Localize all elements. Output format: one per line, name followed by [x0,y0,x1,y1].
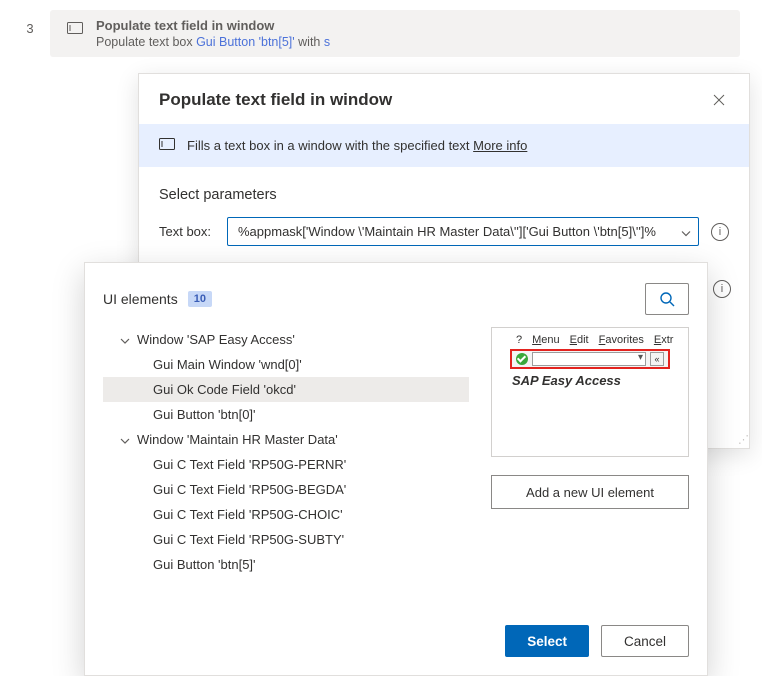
tree-item[interactable]: Gui C Text Field 'RP50G-BEGDA' [103,477,469,502]
params-heading: Select parameters [159,185,729,217]
dialog-info-text: Fills a text box in a window with the sp… [187,138,473,153]
chevron-down-icon[interactable] [681,224,691,239]
more-info-link[interactable]: More info [473,138,527,153]
ui-elements-count-badge: 10 [188,291,212,307]
back-icon: « [650,352,664,366]
close-icon[interactable] [709,90,729,110]
step-uielement-link[interactable]: Gui Button 'btn[5]' [196,35,295,49]
resize-handle-icon[interactable]: ⋰ [738,433,747,446]
preview-menubar: ? Menu Edit Favorites Extr [510,332,670,349]
dialog-info-banner: Fills a text box in a window with the sp… [139,124,749,167]
ui-elements-popover: UI elements 10 Window 'SAP Easy Access' … [84,262,708,676]
chevron-down-icon [117,332,133,347]
textbox-label: Text box: [159,224,215,239]
textbox-icon [62,18,88,34]
textbox-input[interactable] [227,217,699,246]
chevron-down-icon [117,432,133,447]
tree-item[interactable]: Gui C Text Field 'RP50G-PERNR' [103,452,469,477]
info-icon[interactable]: i [711,223,729,241]
preview-combo [532,352,646,366]
cancel-button[interactable]: Cancel [601,625,689,657]
search-button[interactable] [645,283,689,315]
info-icon[interactable]: i [713,280,731,298]
tree-item[interactable]: Gui C Text Field 'RP50G-SUBTY' [103,527,469,552]
check-icon [516,353,528,365]
select-button[interactable]: Select [505,625,589,657]
step-title: Populate text field in window [96,18,330,33]
add-ui-element-button[interactable]: Add a new UI element [491,475,689,509]
preview-title: SAP Easy Access [510,369,670,388]
ui-elements-tree: Window 'SAP Easy Access' Gui Main Window… [103,327,469,577]
tree-item[interactable]: Gui C Text Field 'RP50G-CHOIC' [103,502,469,527]
tree-group[interactable]: Window 'SAP Easy Access' [103,327,469,352]
popover-title: UI elements [103,291,178,307]
preview-highlight: « [510,349,670,369]
step-card[interactable]: Populate text field in window Populate t… [50,10,740,57]
tree-item[interactable]: Gui Button 'btn[5]' [103,552,469,577]
tree-item[interactable]: Gui Main Window 'wnd[0]' [103,352,469,377]
ui-element-preview: ? Menu Edit Favorites Extr « SAP Easy Ac… [491,327,689,457]
tree-item[interactable]: Gui Button 'btn[0]' [103,402,469,427]
textbox-icon [159,138,175,153]
tree-item[interactable]: Gui Ok Code Field 'okcd' [103,377,469,402]
dialog-title: Populate text field in window [159,90,392,110]
step-number: 3 [10,10,50,36]
step-description: Populate text box Gui Button 'btn[5]' wi… [96,35,330,49]
tree-group[interactable]: Window 'Maintain HR Master Data' [103,427,469,452]
